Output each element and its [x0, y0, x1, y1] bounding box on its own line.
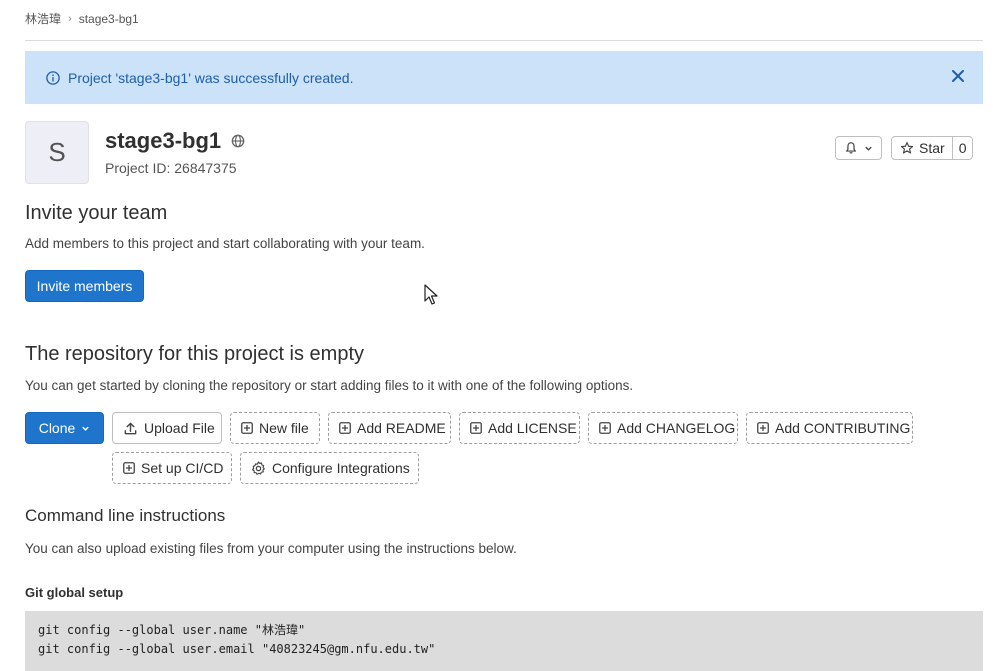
- star-group: Star 0: [891, 136, 974, 160]
- breadcrumb-item-user[interactable]: 林浩瑋: [25, 10, 61, 27]
- chevron-down-icon: [81, 424, 90, 433]
- new-file-button[interactable]: New file: [230, 412, 320, 444]
- page-title: stage3-bg1: [105, 128, 245, 154]
- add-changelog-button[interactable]: Add CHANGELOG: [588, 412, 738, 444]
- plus-square-icon: [123, 462, 135, 474]
- invite-heading: Invite your team: [25, 202, 168, 224]
- close-icon[interactable]: [951, 69, 965, 83]
- upload-file-button[interactable]: Upload File: [112, 412, 222, 444]
- plus-square-icon: [599, 422, 611, 434]
- gear-icon: [251, 460, 266, 476]
- success-alert: Project 'stage3-bg1' was successfully cr…: [25, 51, 983, 104]
- option-label: Add CONTRIBUTING: [775, 420, 911, 436]
- breadcrumb-item-project[interactable]: stage3-bg1: [79, 12, 139, 26]
- star-icon: [900, 141, 914, 155]
- option-label: Configure Integrations: [272, 460, 410, 476]
- project-id: Project ID: 26847375: [105, 160, 237, 176]
- code-line: git config --global user.name "林浩瑋": [38, 623, 306, 637]
- breadcrumb: 林浩瑋 › stage3-bg1: [25, 10, 139, 27]
- alert-message: Project 'stage3-bg1' was successfully cr…: [68, 69, 354, 86]
- star-button[interactable]: Star: [892, 137, 952, 159]
- add-readme-button[interactable]: Add README: [328, 412, 451, 444]
- clone-button[interactable]: Clone: [25, 412, 104, 444]
- invite-description: Add members to this project and start co…: [25, 236, 425, 251]
- configure-integrations-button[interactable]: Configure Integrations: [240, 452, 419, 484]
- setup-cicd-button[interactable]: Set up CI/CD: [112, 452, 232, 484]
- code-block: git config --global user.name "林浩瑋" git c…: [25, 611, 983, 671]
- notification-button[interactable]: [835, 136, 882, 160]
- plus-square-icon: [757, 422, 769, 434]
- option-label: Upload File: [144, 420, 215, 436]
- empty-repo-description: You can get started by cloning the repos…: [25, 378, 634, 393]
- option-label: New file: [259, 420, 309, 436]
- option-label: Add LICENSE: [488, 420, 577, 436]
- plus-square-icon: [470, 422, 482, 434]
- add-license-button[interactable]: Add LICENSE: [459, 412, 580, 444]
- info-icon: [46, 70, 60, 85]
- divider: [25, 40, 983, 41]
- option-label: Add README: [357, 420, 446, 436]
- empty-repo-heading: The repository for this project is empty: [25, 343, 365, 365]
- bell-icon: [844, 141, 858, 155]
- option-label: Add CHANGELOG: [617, 420, 736, 436]
- add-contributing-button[interactable]: Add CONTRIBUTING: [746, 412, 913, 444]
- mouse-cursor-icon: [424, 284, 438, 306]
- star-label: Star: [919, 140, 945, 156]
- git-setup-heading: Git global setup: [25, 585, 124, 600]
- upload-icon: [123, 421, 138, 436]
- chevron-down-icon: [864, 144, 873, 153]
- plus-square-icon: [339, 422, 351, 434]
- cli-heading: Command line instructions: [25, 506, 226, 525]
- project-name: stage3-bg1: [105, 128, 222, 153]
- chevron-right-icon: ›: [68, 12, 72, 25]
- invite-members-button[interactable]: Invite members: [25, 270, 144, 302]
- cli-description: You can also upload existing files from …: [25, 541, 517, 556]
- code-line: git config --global user.email "40823245…: [38, 642, 436, 656]
- star-count[interactable]: 0: [951, 137, 973, 159]
- clone-label: Clone: [38, 420, 76, 436]
- avatar: S: [25, 121, 89, 184]
- plus-square-icon: [241, 422, 253, 434]
- option-label: Set up CI/CD: [141, 460, 224, 476]
- globe-icon: [231, 134, 245, 148]
